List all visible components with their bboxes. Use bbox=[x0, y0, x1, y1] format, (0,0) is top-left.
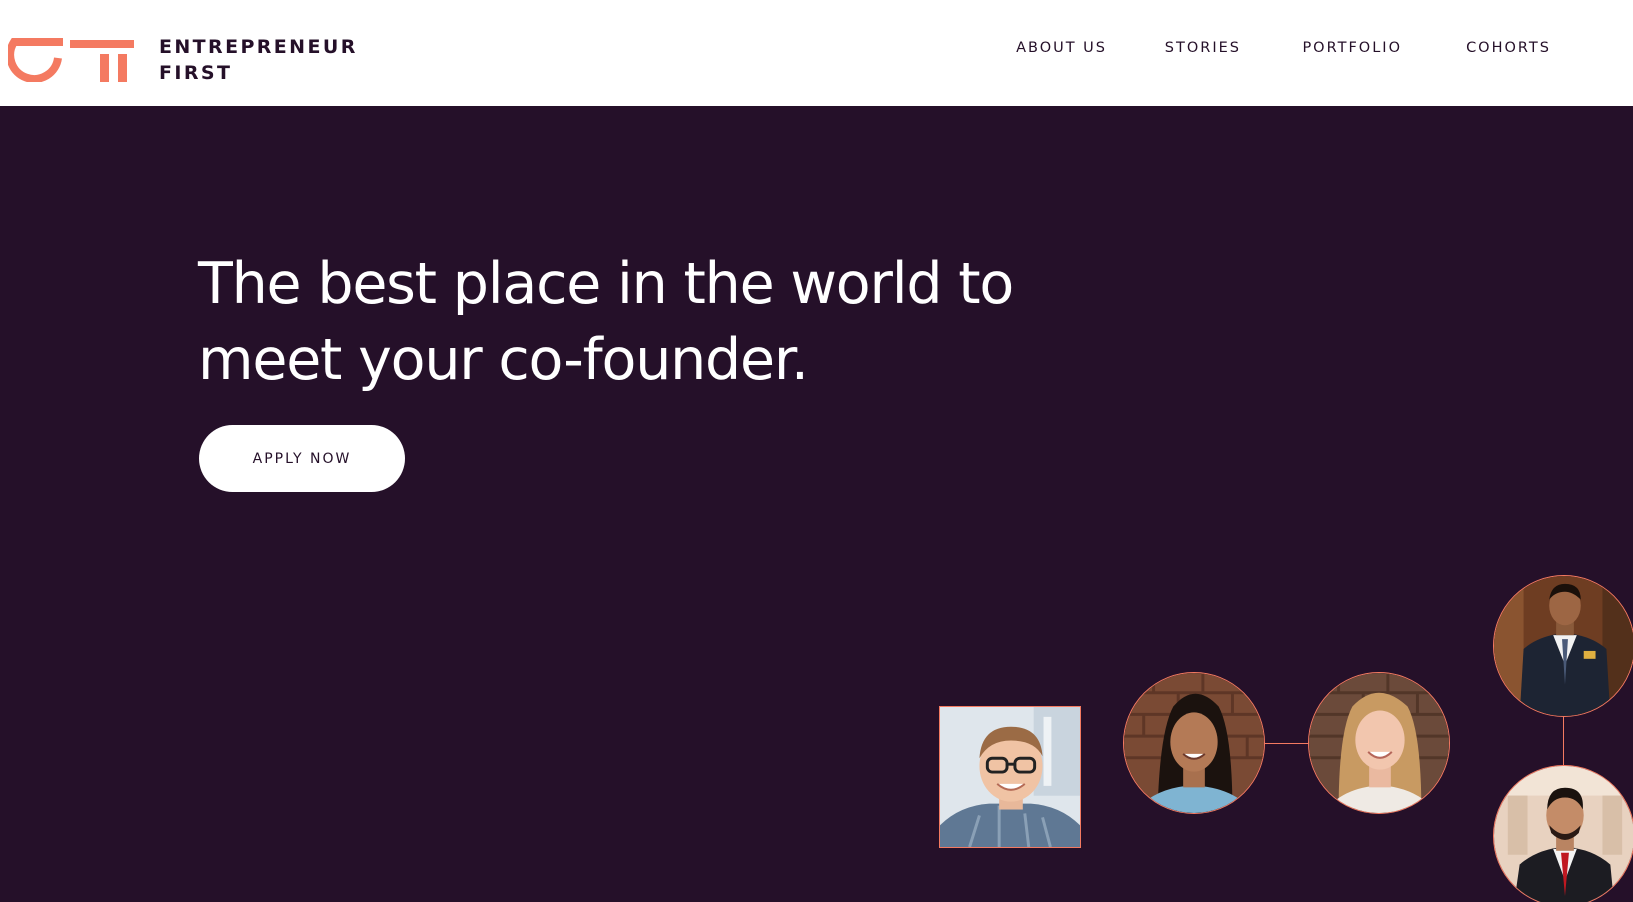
site-header: ENTREPRENEUR FIRST ABOUT US STORIES PORT… bbox=[0, 0, 1633, 106]
brand-name[interactable]: ENTREPRENEUR FIRST bbox=[159, 34, 358, 86]
ef-logo-icon[interactable] bbox=[8, 14, 134, 82]
founder-photo-4 bbox=[1493, 575, 1633, 717]
founder-photo-5 bbox=[1493, 765, 1633, 902]
brand-line-1: ENTREPRENEUR bbox=[159, 36, 358, 58]
connector-line bbox=[1265, 743, 1308, 744]
founder-portraits bbox=[0, 106, 1633, 902]
founder-photo-1 bbox=[939, 706, 1081, 848]
page: ENTREPRENEUR FIRST ABOUT US STORIES PORT… bbox=[0, 0, 1633, 902]
connector-line bbox=[1563, 717, 1564, 765]
founder-photo-2 bbox=[1123, 672, 1265, 814]
nav-stories[interactable]: STORIES bbox=[1165, 40, 1241, 56]
nav-cohorts[interactable]: COHORTS bbox=[1466, 40, 1551, 56]
founder-photo-3 bbox=[1308, 672, 1450, 814]
nav-portfolio[interactable]: PORTFOLIO bbox=[1302, 40, 1402, 56]
brand-line-2: FIRST bbox=[159, 62, 233, 84]
hero-section: The best place in the world to meet your… bbox=[0, 106, 1633, 902]
nav-about-us[interactable]: ABOUT US bbox=[1016, 40, 1107, 56]
